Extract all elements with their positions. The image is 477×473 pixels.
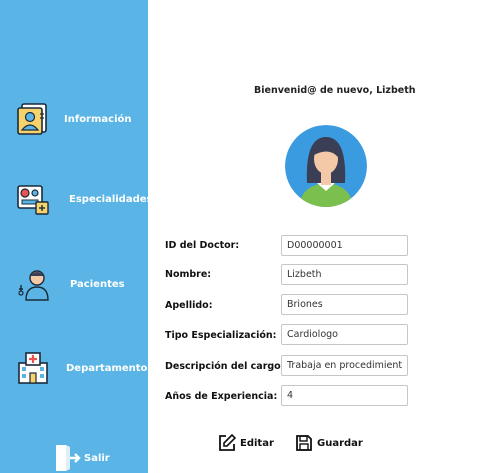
save-icon [296,435,312,451]
doctor-id-label: ID del Doctor: [165,240,240,251]
hospital-icon [18,352,48,384]
doctor-id-field[interactable] [281,235,408,256]
logout-label: Salir [84,452,110,464]
sidebar-item-departamento[interactable]: Departamento [16,351,147,385]
job-description-field[interactable] [281,355,408,376]
specialization-type-label: Tipo Especialización: [165,330,277,341]
patient-icon [18,270,49,301]
edit-label: Editar [240,437,274,449]
specialization-type-field[interactable] [281,324,408,345]
name-label: Nombre: [165,269,212,280]
medical-kit-icon [17,185,49,215]
sidebar-item-label: Departamento [66,362,148,374]
main-panel: Bienvenid@ de nuevo, Lizbeth ID del Doct… [148,0,477,473]
experience-years-label: Años de Experiencia: [165,391,278,402]
save-button[interactable]: Guardar [295,434,363,452]
sidebar-item-informacion[interactable]: Información [16,102,132,136]
sidebar-item-label: Información [64,113,132,125]
welcome-message: Bienvenid@ de nuevo, Lizbeth [254,85,416,96]
experience-years-field[interactable] [281,385,408,406]
sidebar-item-especialidades[interactable]: Especialidades [16,182,152,216]
exit-door-icon [56,445,81,471]
edit-button[interactable]: Editar [218,434,274,452]
save-label: Guardar [317,437,363,449]
doctor-profile-icon [17,103,47,135]
edit-icon [219,434,236,451]
sidebar-item-label: Pacientes [70,278,125,290]
logout-button[interactable]: Salir [52,443,110,473]
doctor-avatar [285,125,367,207]
surname-label: Apellido: [165,300,213,311]
sidebar: Información Especialidades Pacientes Dep… [0,0,152,473]
sidebar-item-pacientes[interactable]: Pacientes [18,267,125,301]
sidebar-item-label: Especialidades [69,193,153,205]
name-field[interactable] [281,264,408,285]
job-description-label: Descripción del cargo: [165,361,285,372]
surname-field[interactable] [281,294,408,315]
